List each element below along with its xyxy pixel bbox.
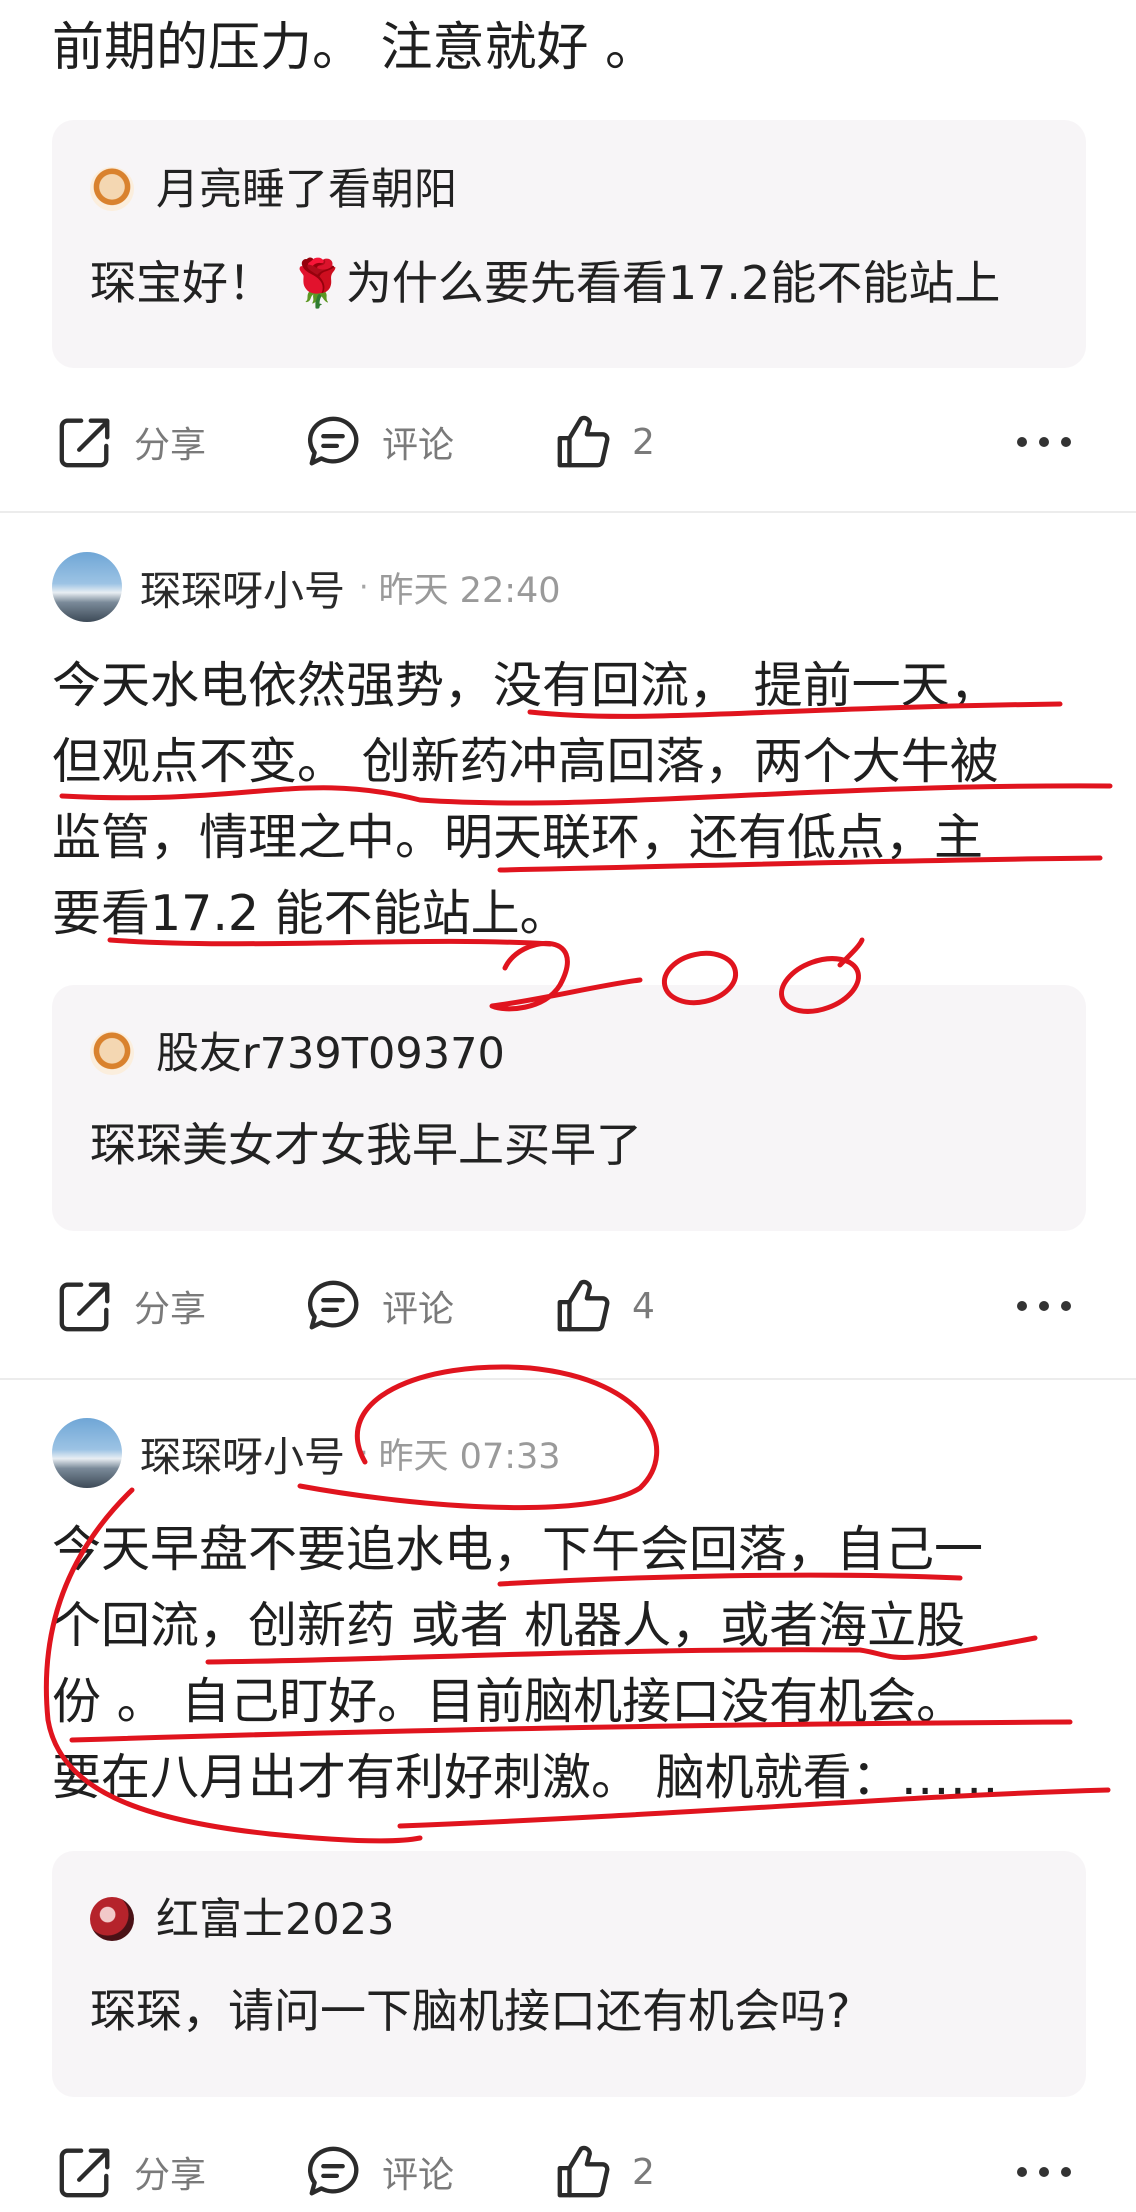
share-button[interactable]: 分享 bbox=[56, 402, 206, 482]
reply-author-name: 股友r739T09370 bbox=[156, 1029, 505, 1079]
reply-author[interactable]: 红富士2023 bbox=[90, 1893, 394, 1947]
share-icon bbox=[59, 418, 110, 468]
thumbs-up-icon bbox=[557, 2145, 610, 2198]
like-button[interactable]: 2 bbox=[554, 2132, 655, 2212]
reply-text: 琛琛，请问一下脑机接口还有机会吗? bbox=[90, 1984, 851, 2038]
share-label: 分享 bbox=[134, 425, 207, 466]
reply-author[interactable]: 股友r739T09370 bbox=[90, 1027, 505, 1081]
post-content[interactable]: 今天水电依然强势，没有回流， 提前一天， 但观点不变。 创新药冲高回落，两个大牛… bbox=[52, 648, 1092, 952]
reply-author-name: 红富士2023 bbox=[156, 1895, 395, 1945]
reply-avatar bbox=[90, 1896, 134, 1941]
post-line: 个回流，创新药 或者 机器人，或者海立股 bbox=[52, 1597, 966, 1654]
post-text-tail: 前期的压力。 注意就好 。 bbox=[52, 18, 658, 78]
action-bar: 分享 评论 2 bbox=[0, 402, 1136, 482]
comment-label: 评论 bbox=[382, 1289, 455, 1330]
comment-button[interactable]: 评论 bbox=[304, 402, 454, 482]
like-count: 2 bbox=[632, 2151, 655, 2193]
post-line: 要在八月出才有利好刺激。 脑机就看：…… bbox=[52, 1749, 999, 1806]
post-line: 但观点不变。 创新药冲高回落，两个大牛被 bbox=[52, 733, 999, 790]
like-button[interactable]: 2 bbox=[554, 402, 655, 482]
reply-preview-card[interactable]: 红富士2023 琛琛，请问一下脑机接口还有机会吗? bbox=[52, 1851, 1086, 2097]
more-options-icon[interactable] bbox=[1012, 420, 1076, 464]
comment-label: 评论 bbox=[382, 2155, 455, 2196]
share-label: 分享 bbox=[134, 2155, 207, 2196]
post-line: 今天早盘不要追水电，下午会回落，自己一 bbox=[52, 1521, 984, 1578]
reply-preview-card[interactable]: 月亮睡了看朝阳 琛宝好！ 🌹为什么要先看看17.2能不能站上 bbox=[52, 120, 1086, 368]
comment-icon bbox=[307, 416, 359, 466]
divider bbox=[0, 511, 1136, 513]
comment-icon bbox=[307, 1280, 359, 1330]
more-options-icon[interactable] bbox=[1012, 1284, 1076, 1328]
author-avatar[interactable] bbox=[52, 1418, 122, 1488]
author-name[interactable]: 琛琛呀小号 bbox=[140, 557, 345, 617]
action-bar: 分享 评论 4 bbox=[0, 1266, 1136, 1346]
more-options-icon[interactable] bbox=[1012, 2150, 1076, 2194]
comment-label: 评论 bbox=[382, 425, 455, 466]
like-count: 4 bbox=[632, 1285, 655, 1327]
post-line: 监管，情理之中。明天联环，还有低点，主 bbox=[52, 809, 984, 866]
post-line: 今天水电依然强势，没有回流， 提前一天， bbox=[52, 657, 999, 714]
post-line: 份 。 自己盯好。目前脑机接口没有机会。 bbox=[52, 1673, 966, 1730]
post-header: 琛琛呀小号 · 昨天 22:40 bbox=[52, 552, 561, 622]
author-name[interactable]: 琛琛呀小号 bbox=[140, 1423, 345, 1483]
share-icon bbox=[59, 2148, 110, 2198]
reply-text: 琛宝好！ 🌹为什么要先看看17.2能不能站上 bbox=[90, 256, 1001, 310]
share-button[interactable]: 分享 bbox=[56, 2132, 206, 2212]
post-time: 昨天 22:40 bbox=[378, 570, 561, 611]
like-button[interactable]: 4 bbox=[554, 1266, 655, 1346]
thumbs-up-icon bbox=[557, 415, 610, 468]
reply-text: 琛琛美女才女我早上买早了 bbox=[90, 1118, 642, 1172]
reply-avatar bbox=[90, 1030, 134, 1075]
comment-button[interactable]: 评论 bbox=[304, 2132, 454, 2212]
post-content[interactable]: 今天早盘不要追水电，下午会回落，自己一 个回流，创新药 或者 机器人，或者海立股… bbox=[52, 1512, 1092, 1816]
share-button[interactable]: 分享 bbox=[56, 1266, 206, 1346]
thumbs-up-icon bbox=[557, 1279, 610, 1332]
post-line: 要看17.2 能不能站上。 bbox=[52, 885, 569, 942]
divider bbox=[0, 1378, 1136, 1380]
action-bar: 分享 评论 2 bbox=[0, 2132, 1136, 2212]
reply-author[interactable]: 月亮睡了看朝阳 bbox=[90, 163, 457, 217]
comment-button[interactable]: 评论 bbox=[304, 1266, 454, 1346]
separator-dot: · bbox=[359, 569, 369, 605]
reply-preview-card[interactable]: 股友r739T09370 琛琛美女才女我早上买早了 bbox=[52, 985, 1086, 1231]
post-header: 琛琛呀小号 · 昨天 07:33 bbox=[52, 1418, 561, 1488]
comment-icon bbox=[307, 2146, 359, 2196]
author-avatar[interactable] bbox=[52, 552, 122, 622]
like-count: 2 bbox=[632, 421, 655, 463]
share-label: 分享 bbox=[134, 1289, 207, 1330]
share-icon bbox=[59, 1282, 110, 1332]
reply-avatar bbox=[90, 166, 134, 211]
reply-author-name: 月亮睡了看朝阳 bbox=[156, 165, 457, 215]
post-time: 昨天 07:33 bbox=[378, 1436, 561, 1477]
separator-dot: · bbox=[359, 1435, 369, 1471]
